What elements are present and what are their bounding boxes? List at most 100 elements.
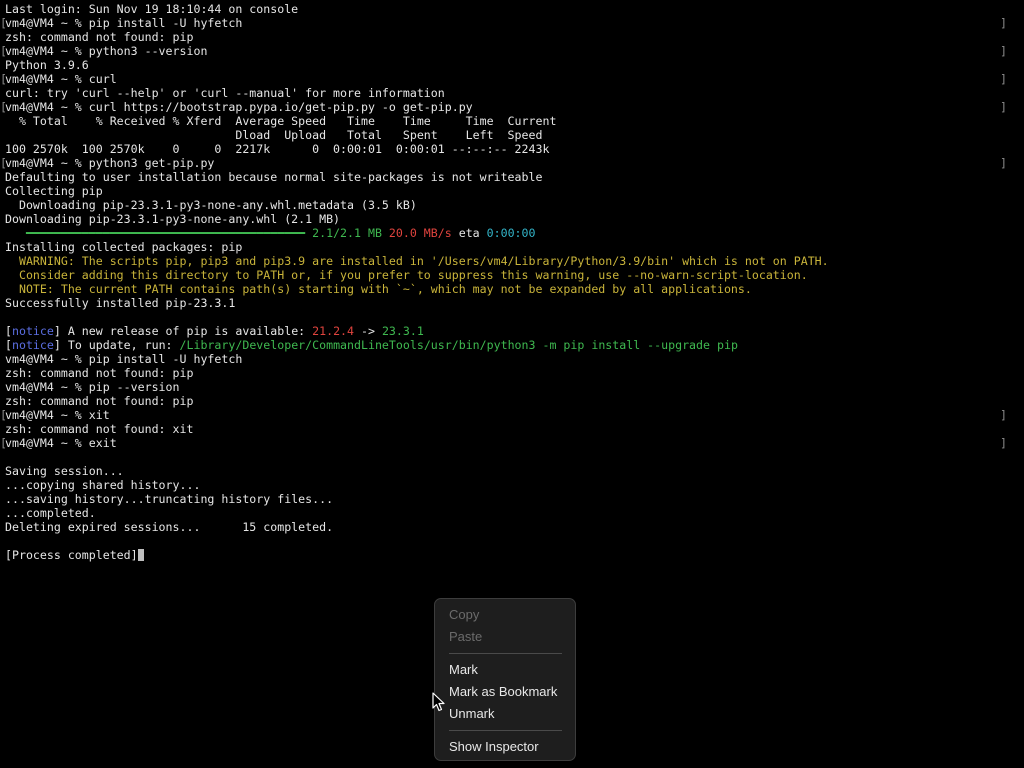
prompt-mark-right: ] [1000,408,1007,422]
prompt-mark-left: [ [0,16,7,30]
terminal-text-segment: eta [451,226,487,240]
prompt-mark-left: [ [0,72,7,86]
text-cursor-block-icon [137,549,144,561]
terminal-text-segment: Installing collected packages: pip [5,240,243,254]
terminal-text-segment: vm4@VM4 ~ % exit [5,436,117,450]
terminal-text-segment: 100 2570k 100 2570k 0 0 2217k 0 0:00:01 … [5,142,550,156]
terminal-text-segment: Consider adding this directory to PATH o… [5,268,808,282]
terminal-line: vm4@VM4 ~ % pip --version [5,380,1015,394]
terminal-text-segment: ...copying shared history... [5,478,201,492]
terminal-line: zsh: command not found: pip [5,394,1015,408]
terminal-line: [Process completed] [5,548,1015,562]
terminal-text-segment: vm4@VM4 ~ % python3 get-pip.py [5,156,215,170]
menu-item-mark-as-bookmark[interactable]: Mark as Bookmark [449,683,557,701]
terminal-text-segment: Deleting expired sessions... 15 complete… [5,520,334,534]
terminal-line: ...completed. [5,506,1015,520]
terminal-text-segment: [ [5,324,12,338]
terminal-line: vm4@VM4 ~ % pip install -U hyfetch [5,352,1015,366]
terminal-line: Last login: Sun Nov 19 18:10:44 on conso… [5,2,1015,16]
terminal-text-segment: Saving session... [5,464,124,478]
terminal-line: zsh: command not found: pip [5,366,1015,380]
prompt-mark-left: [ [0,156,7,170]
prompt-mark-left: [ [0,44,7,58]
menu-item-copy[interactable]: Copy [449,606,479,624]
prompt-mark-left: [ [0,100,7,114]
terminal-text-segment: % Total % Received % Xferd Average Speed… [5,114,557,128]
terminal-line: [] vm4@VM4 ~ % python3 get-pip.py [0,156,1015,170]
terminal-text-segment: ...completed. [5,506,96,520]
terminal-line: Python 3.9.6 [5,58,1015,72]
terminal-text-segment: Dload Upload Total Spent Left Speed [5,128,543,142]
terminal-line: Consider adding this directory to PATH o… [5,268,1015,282]
terminal-line: zsh: command not found: pip [5,30,1015,44]
terminal-line: ━━━━━━━━━━━━━━━━━━━━━━━━━━━━━━━━━━━━━━━━… [5,226,1015,240]
terminal-line: % Total % Received % Xferd Average Speed… [5,114,1015,128]
terminal-output[interactable]: Last login: Sun Nov 19 18:10:44 on conso… [0,2,1015,562]
terminal-line: [notice] To update, run: /Library/Develo… [5,338,1015,352]
terminal-text-segment: 20.0 MB/s [388,226,452,240]
terminal-text-segment: 21.2.4 [312,324,355,338]
terminal-line: Defaulting to user installation because … [5,170,1015,184]
menu-item-mark[interactable]: Mark [449,661,478,679]
prompt-mark-right: ] [1000,100,1007,114]
terminal-text-segment: notice [11,338,54,352]
prompt-mark-right: ] [1000,72,1007,86]
terminal-text-segment: zsh: command not found: xit [5,422,194,436]
prompt-mark-left: [ [0,436,7,450]
terminal-line: [] vm4@VM4 ~ % python3 --version [0,44,1015,58]
terminal-text-segment: [ [5,338,12,352]
prompt-mark-right: ] [1000,16,1007,30]
terminal-text-segment: curl: try 'curl --help' or 'curl --manua… [5,86,445,100]
terminal-line: zsh: command not found: xit [5,422,1015,436]
terminal-text-segment: Downloading pip-23.3.1-py3-none-any.whl … [5,212,341,226]
terminal-text-segment: Last login: Sun Nov 19 18:10:44 on conso… [5,2,299,16]
terminal-text-segment: Downloading pip-23.3.1-py3-none-any.whl.… [5,198,417,212]
terminal-text-segment: 0:00:00 [486,226,536,240]
terminal-text-segment: ] A new release of pip is available: [53,324,313,338]
terminal-line: [] vm4@VM4 ~ % pip install -U hyfetch [0,16,1015,30]
terminal-text-segment: vm4@VM4 ~ % pip --version [5,380,180,394]
terminal-text-segment: Python 3.9.6 [5,58,89,72]
terminal-text-segment: Successfully installed pip-23.3.1 [5,296,236,310]
terminal-text-segment: zsh: command not found: pip [5,394,194,408]
menu-item-paste[interactable]: Paste [449,628,482,646]
terminal-text-segment: vm4@VM4 ~ % xit [5,408,110,422]
menu-item-show-inspector[interactable]: Show Inspector [449,738,539,756]
terminal-line: Deleting expired sessions... 15 complete… [5,520,1015,534]
terminal-line: [] vm4@VM4 ~ % curl [0,72,1015,86]
terminal-text-segment: vm4@VM4 ~ % pip install -U hyfetch [5,352,243,366]
terminal-line: Downloading pip-23.3.1-py3-none-any.whl … [5,212,1015,226]
terminal-line: 100 2570k 100 2570k 0 0 2217k 0 0:00:01 … [5,142,1015,156]
terminal-text-segment: -> [354,324,382,338]
terminal-text-segment: notice [11,324,54,338]
menu-separator [449,653,562,654]
terminal-line: Downloading pip-23.3.1-py3-none-any.whl.… [5,198,1015,212]
terminal-text-segment: vm4@VM4 ~ % python3 --version [5,44,208,58]
terminal-line: ...copying shared history... [5,478,1015,492]
prompt-mark-right: ] [1000,156,1007,170]
terminal-text-segment: ] To update, run: [53,338,180,352]
terminal-line: Installing collected packages: pip [5,240,1015,254]
terminal-text-segment: NOTE: The current PATH contains path(s) … [5,282,752,296]
terminal-line: Collecting pip [5,184,1015,198]
prompt-mark-right: ] [1000,44,1007,58]
terminal-line: [] vm4@VM4 ~ % curl https://bootstrap.pyp… [0,100,1015,114]
terminal-line: Dload Upload Total Spent Left Speed [5,128,1015,142]
terminal-text-segment: WARNING: The scripts pip, pip3 and pip3.… [5,254,829,268]
terminal-text-segment: 23.3.1 [381,324,424,338]
terminal-line: Successfully installed pip-23.3.1 [5,296,1015,310]
menu-item-unmark[interactable]: Unmark [449,705,495,723]
terminal-line: curl: try 'curl --help' or 'curl --manua… [5,86,1015,100]
terminal-text-segment: vm4@VM4 ~ % curl [5,72,117,86]
terminal-text-segment: zsh: command not found: pip [5,30,194,44]
terminal-line: [] vm4@VM4 ~ % xit [0,408,1015,422]
prompt-mark-right: ] [1000,436,1007,450]
terminal-text-segment: [Process completed] [5,548,138,562]
terminal-line: [] vm4@VM4 ~ % exit [0,436,1015,450]
terminal-text-segment: Collecting pip [5,184,103,198]
terminal-line: [notice] A new release of pip is availab… [5,324,1015,338]
menu-separator [449,730,562,731]
terminal-text-segment: /Library/Developer/CommandLineTools/usr/… [179,338,738,352]
